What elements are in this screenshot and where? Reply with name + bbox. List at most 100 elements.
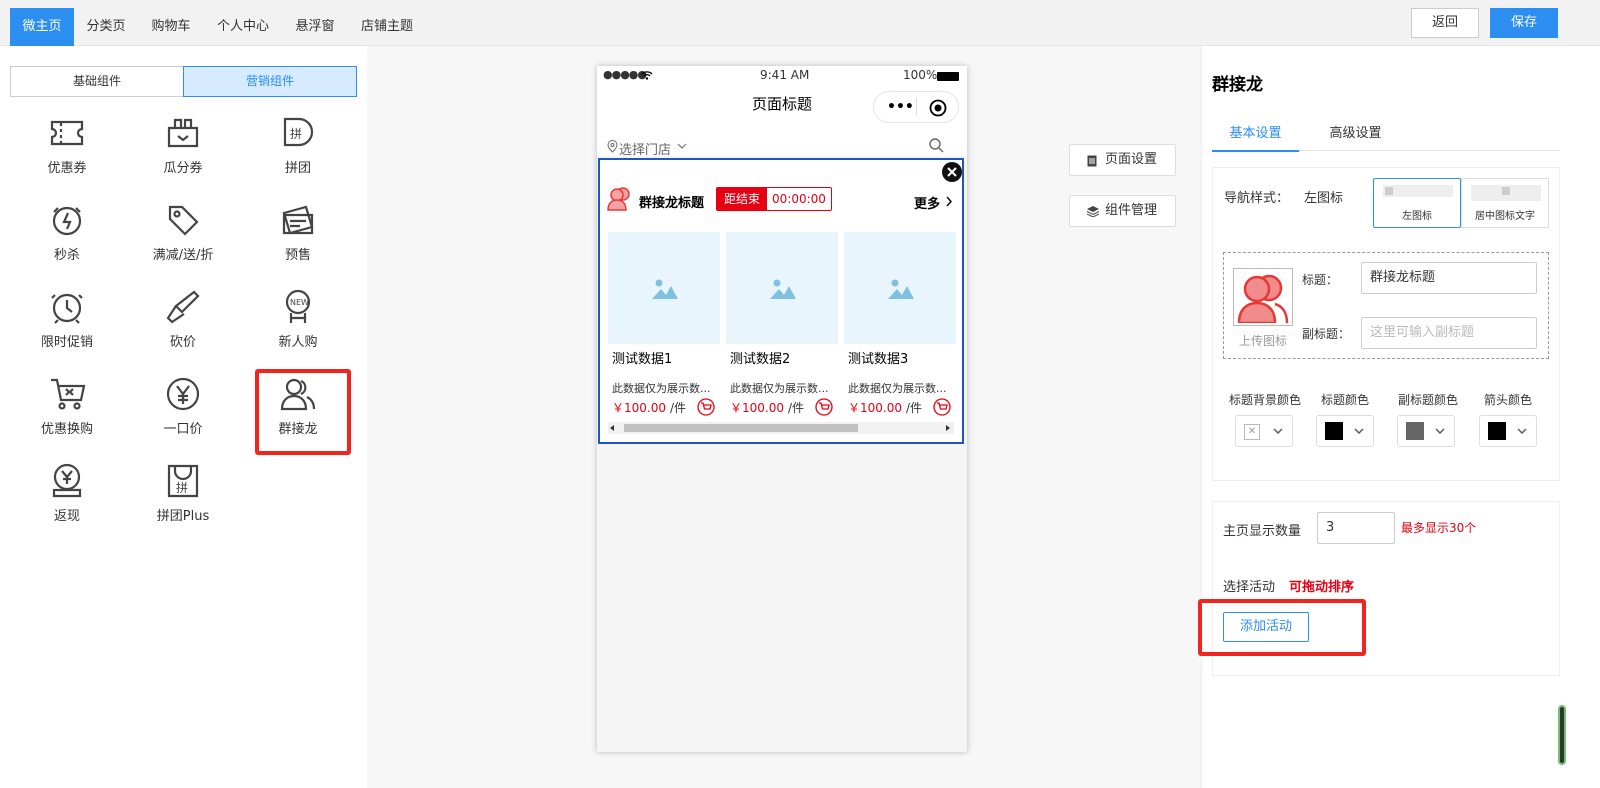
more-link[interactable]: 更多 [914,193,940,212]
add-to-cart-icon[interactable] [697,398,715,416]
nav-option-left-icon[interactable]: 左图标 [1373,178,1461,228]
title-color-picker[interactable] [1316,415,1374,447]
presale-icon [282,205,314,235]
color-chip [1325,422,1343,440]
chevron-down-icon [677,143,687,149]
component-palette: 基础组件 营销组件 优惠券 瓜分券 拼 拼团 秒杀 满减/送/折 预售 限时促销… [0,46,367,788]
tool-label: 拼团 [284,161,311,176]
color-chip [1488,422,1506,440]
nav-option-label: 居中图标文字 [1475,211,1535,222]
product-unit: /件 [788,401,805,415]
battery-icon [937,72,959,81]
tool-label: 一口价 [163,422,203,437]
tool-exchange-buy[interactable]: 优惠换购 [27,375,107,455]
image-placeholder-icon [888,279,914,299]
search-icon[interactable] [929,138,944,153]
product-card[interactable]: 测试数据3 此数据仅为展示数... ￥100.00 /件 [844,232,956,422]
add-to-cart-icon[interactable] [933,398,951,416]
horizontal-scrollbar[interactable] [608,422,954,434]
tool-flash-sale[interactable]: 秒杀 [27,201,107,281]
upload-icon-box[interactable] [1233,268,1293,326]
countdown-value: 00:00:00 [772,192,826,206]
tool-label: 返现 [53,509,80,524]
nav-style-label: 导航样式： [1224,191,1290,206]
product-name: 测试数据1 [612,352,673,367]
panel-title: 群接龙 [1212,75,1263,95]
tool-label: 新人购 [278,335,318,350]
title-bg-color-picker[interactable]: ✕ [1235,415,1293,447]
tool-limited-promo[interactable]: 限时促销 [27,288,107,368]
add-to-cart-icon[interactable] [815,398,833,416]
tool-split-coupon[interactable]: 瓜分券 [143,114,223,194]
save-button[interactable]: 保存 [1490,8,1558,38]
alarm-clock-icon [51,293,83,324]
tool-presale[interactable]: 预售 [258,201,338,281]
page-settings-button[interactable]: 页面设置 [1069,144,1176,176]
tab-advanced-settings[interactable]: 高级设置 [1312,122,1399,152]
group-users-icon [1237,274,1289,323]
product-price: ￥100.00 [848,401,902,415]
flash-sale-icon [52,206,82,236]
tool-group-buy-plus[interactable]: 拼 拼团Plus [143,462,223,542]
tool-label: 满减/送/折 [152,248,214,263]
tool-discount[interactable]: 满减/送/折 [143,201,223,281]
page-settings-label: 页面设置 [1105,152,1158,167]
tab-marketing-components[interactable]: 营销组件 [183,66,357,97]
tool-label: 优惠换购 [40,422,93,437]
shopping-bag-icon: 拼 [167,464,199,498]
store-select[interactable]: 选择门店 [619,139,671,158]
product-image-placeholder [726,232,838,344]
new-user-icon: NEW [285,289,311,323]
svg-text:NEW: NEW [290,298,309,307]
tab-floating-window[interactable]: 悬浮窗 [287,8,343,46]
chevron-down-icon [1517,428,1527,434]
close-icon[interactable] [942,162,962,182]
image-placeholder-icon [770,279,796,299]
group-relay-component[interactable]: 群接龙标题 距结束 00:00:00 更多 测试数据1 此数据仅为展示数... … [598,158,964,444]
scroll-right-arrow[interactable] [946,425,950,431]
tool-new-user[interactable]: NEW 新人购 [258,288,338,368]
tab-store-theme[interactable]: 店铺主题 [352,8,422,46]
scroll-left-arrow[interactable] [610,425,614,431]
nav-style-value: 左图标 [1304,191,1344,206]
tool-bargain[interactable]: 砍价 [143,288,223,368]
signal-indicator: ●●●●● [603,68,647,81]
product-card[interactable]: 测试数据1 此数据仅为展示数... ￥100.00 /件 [608,232,720,422]
svg-text:拼: 拼 [290,127,302,141]
component-manage-label: 组件管理 [1105,203,1158,218]
tab-category-page[interactable]: 分类页 [78,8,134,46]
tool-label: 瓜分券 [163,161,203,176]
group-buy-icon: 拼 [283,117,314,147]
back-button[interactable]: 返回 [1411,8,1479,38]
phone-preview: ●●●●● 9:41 AM 100% 页面标题 ••• 选择门店 群接龙标题 距… [597,66,967,752]
tab-personal-center[interactable]: 个人中心 [208,8,278,46]
tab-micro-home[interactable]: 微主页 [10,8,74,46]
subtitle-input[interactable]: 这里可输入副标题 [1361,317,1537,349]
tool-coupon[interactable]: 优惠券 [27,114,107,194]
product-unit: /件 [906,401,923,415]
product-card[interactable]: 测试数据2 此数据仅为展示数... ￥100.00 /件 [726,232,838,422]
scroll-thumb[interactable] [624,424,858,432]
count-input[interactable]: 3 [1317,512,1395,544]
page-scrollbar[interactable] [1558,705,1566,765]
nav-option-center-icon-text[interactable]: 居中图标文字 [1461,178,1549,228]
tool-fixed-price[interactable]: 一口价 [143,375,223,455]
tab-basic-settings[interactable]: 基本设置 [1212,122,1299,152]
select-activity-label: 选择活动 [1223,580,1276,595]
component-title: 群接龙标题 [639,196,705,211]
tool-label: 优惠券 [47,161,87,176]
tool-group-buy[interactable]: 拼 拼团 [258,114,338,194]
product-name: 测试数据3 [848,352,909,367]
title-input[interactable]: 群接龙标题 [1361,262,1537,294]
subtitle-color-picker[interactable] [1397,415,1455,447]
tab-cart[interactable]: 购物车 [143,8,199,46]
arrow-color-picker[interactable] [1479,415,1537,447]
cashback-icon [52,463,82,498]
tool-cashback[interactable]: 返现 [27,462,107,542]
component-manage-button[interactable]: 组件管理 [1069,195,1176,227]
chevron-down-icon [1273,428,1283,434]
count-label: 主页显示数量 [1223,524,1302,539]
countdown-badge: 距结束 00:00:00 [716,187,832,211]
tab-basic-components[interactable]: 基础组件 [10,66,184,97]
product-unit: /件 [670,401,687,415]
